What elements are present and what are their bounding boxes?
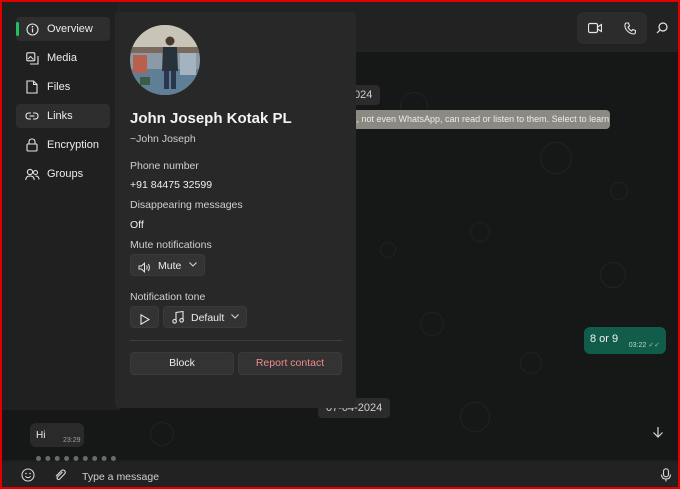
lock-icon [24,137,40,153]
contact-name: John Joseph Kotak PL [130,110,292,127]
divider [130,340,342,341]
block-button[interactable]: Block [130,352,234,375]
message-text: 8 or 9 [590,333,619,345]
double-check-icon: ✓✓ [648,342,660,349]
disappearing-label: Disappearing messages [130,199,243,211]
tab-encryption[interactable]: Encryption [16,133,110,157]
search-icon [656,22,668,34]
mute-button-label: Mute [158,260,182,272]
outgoing-message[interactable]: 8 or 9 03:22 ✓✓ [584,327,666,354]
microphone-icon [660,468,672,482]
tab-label: Media [47,52,77,64]
mute-dropdown[interactable]: Mute [130,254,205,276]
tab-label: Files [47,81,71,93]
info-icon [24,21,40,37]
message-composer [0,462,680,489]
message-time: 03:22 ✓✓ [628,342,660,349]
tone-dropdown[interactable]: Default [163,306,247,328]
scroll-down-button[interactable] [648,422,668,442]
search-button[interactable] [652,18,672,38]
tab-files[interactable]: Files [16,75,110,99]
play-tone-button[interactable] [130,306,159,328]
push-name: ~John Joseph [130,133,196,145]
avatar[interactable] [130,25,200,95]
chevron-down-icon [230,312,239,321]
chevron-down-icon [188,260,197,269]
music-note-icon [172,310,184,324]
contact-info-tabs: Overview Media Files Links Encryption Gr… [0,0,119,410]
phone-number[interactable]: +91 84475 32599 [130,179,212,191]
disappearing-value: Off [130,219,144,231]
tab-label: Links [47,110,73,122]
play-icon [140,312,151,326]
phone-icon [623,21,636,35]
media-icon [24,50,40,66]
report-contact-button[interactable]: Report contact [238,352,342,375]
file-icon [24,79,40,95]
tab-label: Encryption [47,139,99,151]
call-buttons [577,12,647,44]
video-call-button[interactable] [577,12,612,44]
tone-label: Notification tone [130,291,206,303]
people-icon [24,166,40,182]
tab-label: Overview [47,23,93,35]
attach-button[interactable] [52,467,68,483]
emoji-button[interactable] [20,467,36,483]
tab-links[interactable]: Links [16,104,110,128]
phone-label: Phone number [130,160,199,172]
mute-label: Mute notifications [130,239,212,251]
speaker-icon [138,260,151,273]
incoming-message[interactable]: Hi 23:29 [30,423,84,447]
tab-overview[interactable]: Overview [16,17,110,41]
tab-label: Groups [47,168,84,180]
voice-call-button[interactable] [612,12,647,44]
message-input[interactable] [80,467,484,487]
tab-groups[interactable]: Groups [16,162,110,186]
video-camera-icon [587,22,602,34]
tab-media[interactable]: Media [16,46,110,70]
tone-value: Default [191,312,225,324]
link-icon [24,108,40,124]
message-time: 23:29 [63,437,81,444]
message-text: Hi [36,430,46,441]
active-tab-indicator [16,22,19,36]
arrow-down-icon [653,427,663,438]
voice-message-button[interactable] [658,467,674,483]
paperclip-icon [55,469,66,481]
emoji-icon [21,468,35,482]
